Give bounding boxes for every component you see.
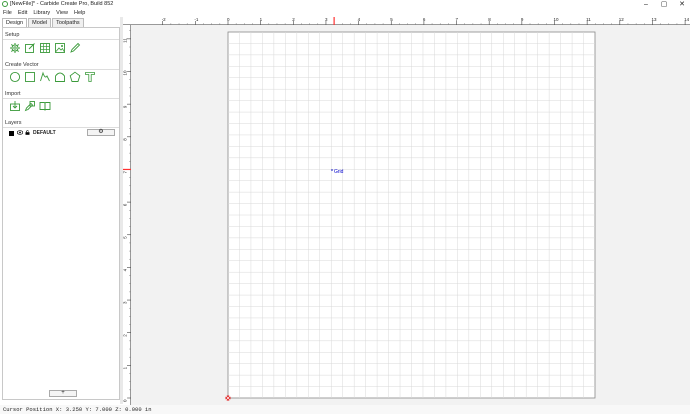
curve-icon[interactable] (39, 71, 51, 83)
ruler-label: 8 (488, 17, 491, 22)
ruler-label: 7 (456, 17, 459, 22)
ruler-label: 9 (521, 17, 524, 22)
ruler-label: 10 (554, 17, 560, 22)
divider (3, 98, 119, 99)
ruler-label: 4 (358, 17, 361, 22)
grid-label: Grid (334, 169, 344, 175)
ruler-label: 2 (123, 334, 128, 337)
section-layers-label: Layers (5, 120, 22, 126)
ruler-label: 5 (123, 236, 128, 239)
ruler-label: 12 (619, 17, 625, 22)
maximize-button[interactable]: ▢ (660, 0, 668, 9)
image-icon[interactable] (54, 42, 66, 54)
minimize-button[interactable]: – (642, 0, 650, 9)
ruler-label: 7 (123, 170, 128, 173)
cursor-indicator-vertical (123, 168, 131, 171)
ruler-horizontal-ticks: -2 -1 0 1 2 3 4 5 6 7 8 9 10 11 12 13 14 (162, 17, 690, 25)
app-logo-icon (2, 1, 8, 7)
pencil-icon[interactable] (69, 42, 81, 54)
menu-edit[interactable]: Edit (18, 9, 27, 17)
eye-icon[interactable] (16, 129, 24, 137)
tab-toolpaths[interactable]: Toolpaths (52, 18, 84, 27)
layer-row[interactable]: DEFAULT ⚙ (9, 129, 117, 137)
gear-icon[interactable] (9, 42, 21, 54)
ruler-label: 10 (123, 70, 128, 76)
ruler-vertical: 11 10 9 8 7 6 5 4 3 2 1 0 (123, 25, 131, 405)
divider (3, 69, 119, 70)
ruler-label: 11 (586, 17, 591, 22)
cursor-indicator-horizontal (333, 17, 335, 25)
ruler-label: -1 (194, 17, 198, 22)
rectangle-icon[interactable] (24, 71, 36, 83)
import-icon[interactable] (9, 100, 21, 112)
ruler-label: 6 (123, 203, 128, 206)
grid-icon[interactable] (39, 42, 51, 54)
ruler-label: 4 (123, 268, 128, 271)
ruler-label: 1 (260, 17, 263, 22)
ruler-label: 9 (123, 105, 128, 108)
tab-model[interactable]: Model (28, 18, 52, 27)
layer-color-swatch[interactable] (9, 130, 14, 136)
ruler-label: 0 (123, 399, 128, 402)
menu-file[interactable]: File (3, 9, 12, 17)
add-layer-button[interactable]: + (49, 390, 77, 397)
cursor-position: Cursor Position X: 3.250 Y: 7.000 Z: 0.0… (3, 406, 152, 413)
section-import-label: Import (5, 91, 21, 97)
bitmap-trace-icon[interactable] (24, 100, 36, 112)
ruler-label: -2 (162, 17, 166, 22)
design-panel: Setup Create Vector Import Layers DEFAUL… (2, 27, 120, 400)
divider (3, 39, 119, 40)
stock-grid[interactable]: Grid (131, 25, 690, 405)
ruler-label: 0 (227, 17, 230, 22)
polygon-icon[interactable] (54, 71, 66, 83)
ruler-label: 5 (390, 17, 393, 22)
window-title: [NewFile]* - Carbide Create Pro, Build 8… (10, 1, 114, 7)
origin-marker-icon (225, 395, 231, 401)
menu-view[interactable]: View (56, 9, 68, 17)
ruler-label: 3 (123, 301, 128, 304)
circle-icon[interactable] (9, 71, 21, 83)
tab-design[interactable]: Design (2, 18, 28, 27)
menu-help[interactable]: Help (74, 9, 85, 17)
layer-name: DEFAULT (33, 130, 56, 136)
edit-icon[interactable] (24, 42, 36, 54)
status-bar: Cursor Position X: 3.250 Y: 7.000 Z: 0.0… (0, 405, 690, 414)
section-create-vector-label: Create Vector (5, 62, 39, 68)
title-bar: [NewFile]* - Carbide Create Pro, Build 8… (0, 0, 690, 9)
text-icon[interactable] (84, 71, 96, 83)
pentagon-icon[interactable] (69, 71, 81, 83)
ruler-label: 1 (123, 366, 128, 369)
menu-bar: File Edit Library View Help (0, 9, 690, 17)
ruler-label: 11 (123, 38, 128, 43)
lock-icon[interactable] (25, 129, 30, 137)
layer-settings-button[interactable]: ⚙ (87, 129, 115, 136)
ruler-label: 13 (651, 17, 657, 22)
library-icon[interactable] (39, 100, 51, 112)
ruler-label: 6 (423, 17, 426, 22)
menu-library[interactable]: Library (33, 9, 50, 17)
divider (3, 127, 119, 128)
close-button[interactable]: ✕ (678, 0, 686, 9)
ruler-label: 2 (292, 17, 295, 22)
ruler-label: 8 (123, 138, 128, 141)
design-canvas[interactable]: Grid (131, 25, 690, 405)
section-setup-label: Setup (5, 32, 20, 38)
ruler-horizontal: -2 -1 0 1 2 3 4 5 6 7 8 9 10 11 12 13 14 (123, 17, 690, 25)
workspace-tabs: Design Model Toolpaths (2, 18, 85, 27)
ruler-label: 14 (684, 17, 690, 22)
ruler-vertical-ticks: 11109876543210 (123, 30, 131, 402)
ruler-label: 3 (325, 17, 328, 22)
